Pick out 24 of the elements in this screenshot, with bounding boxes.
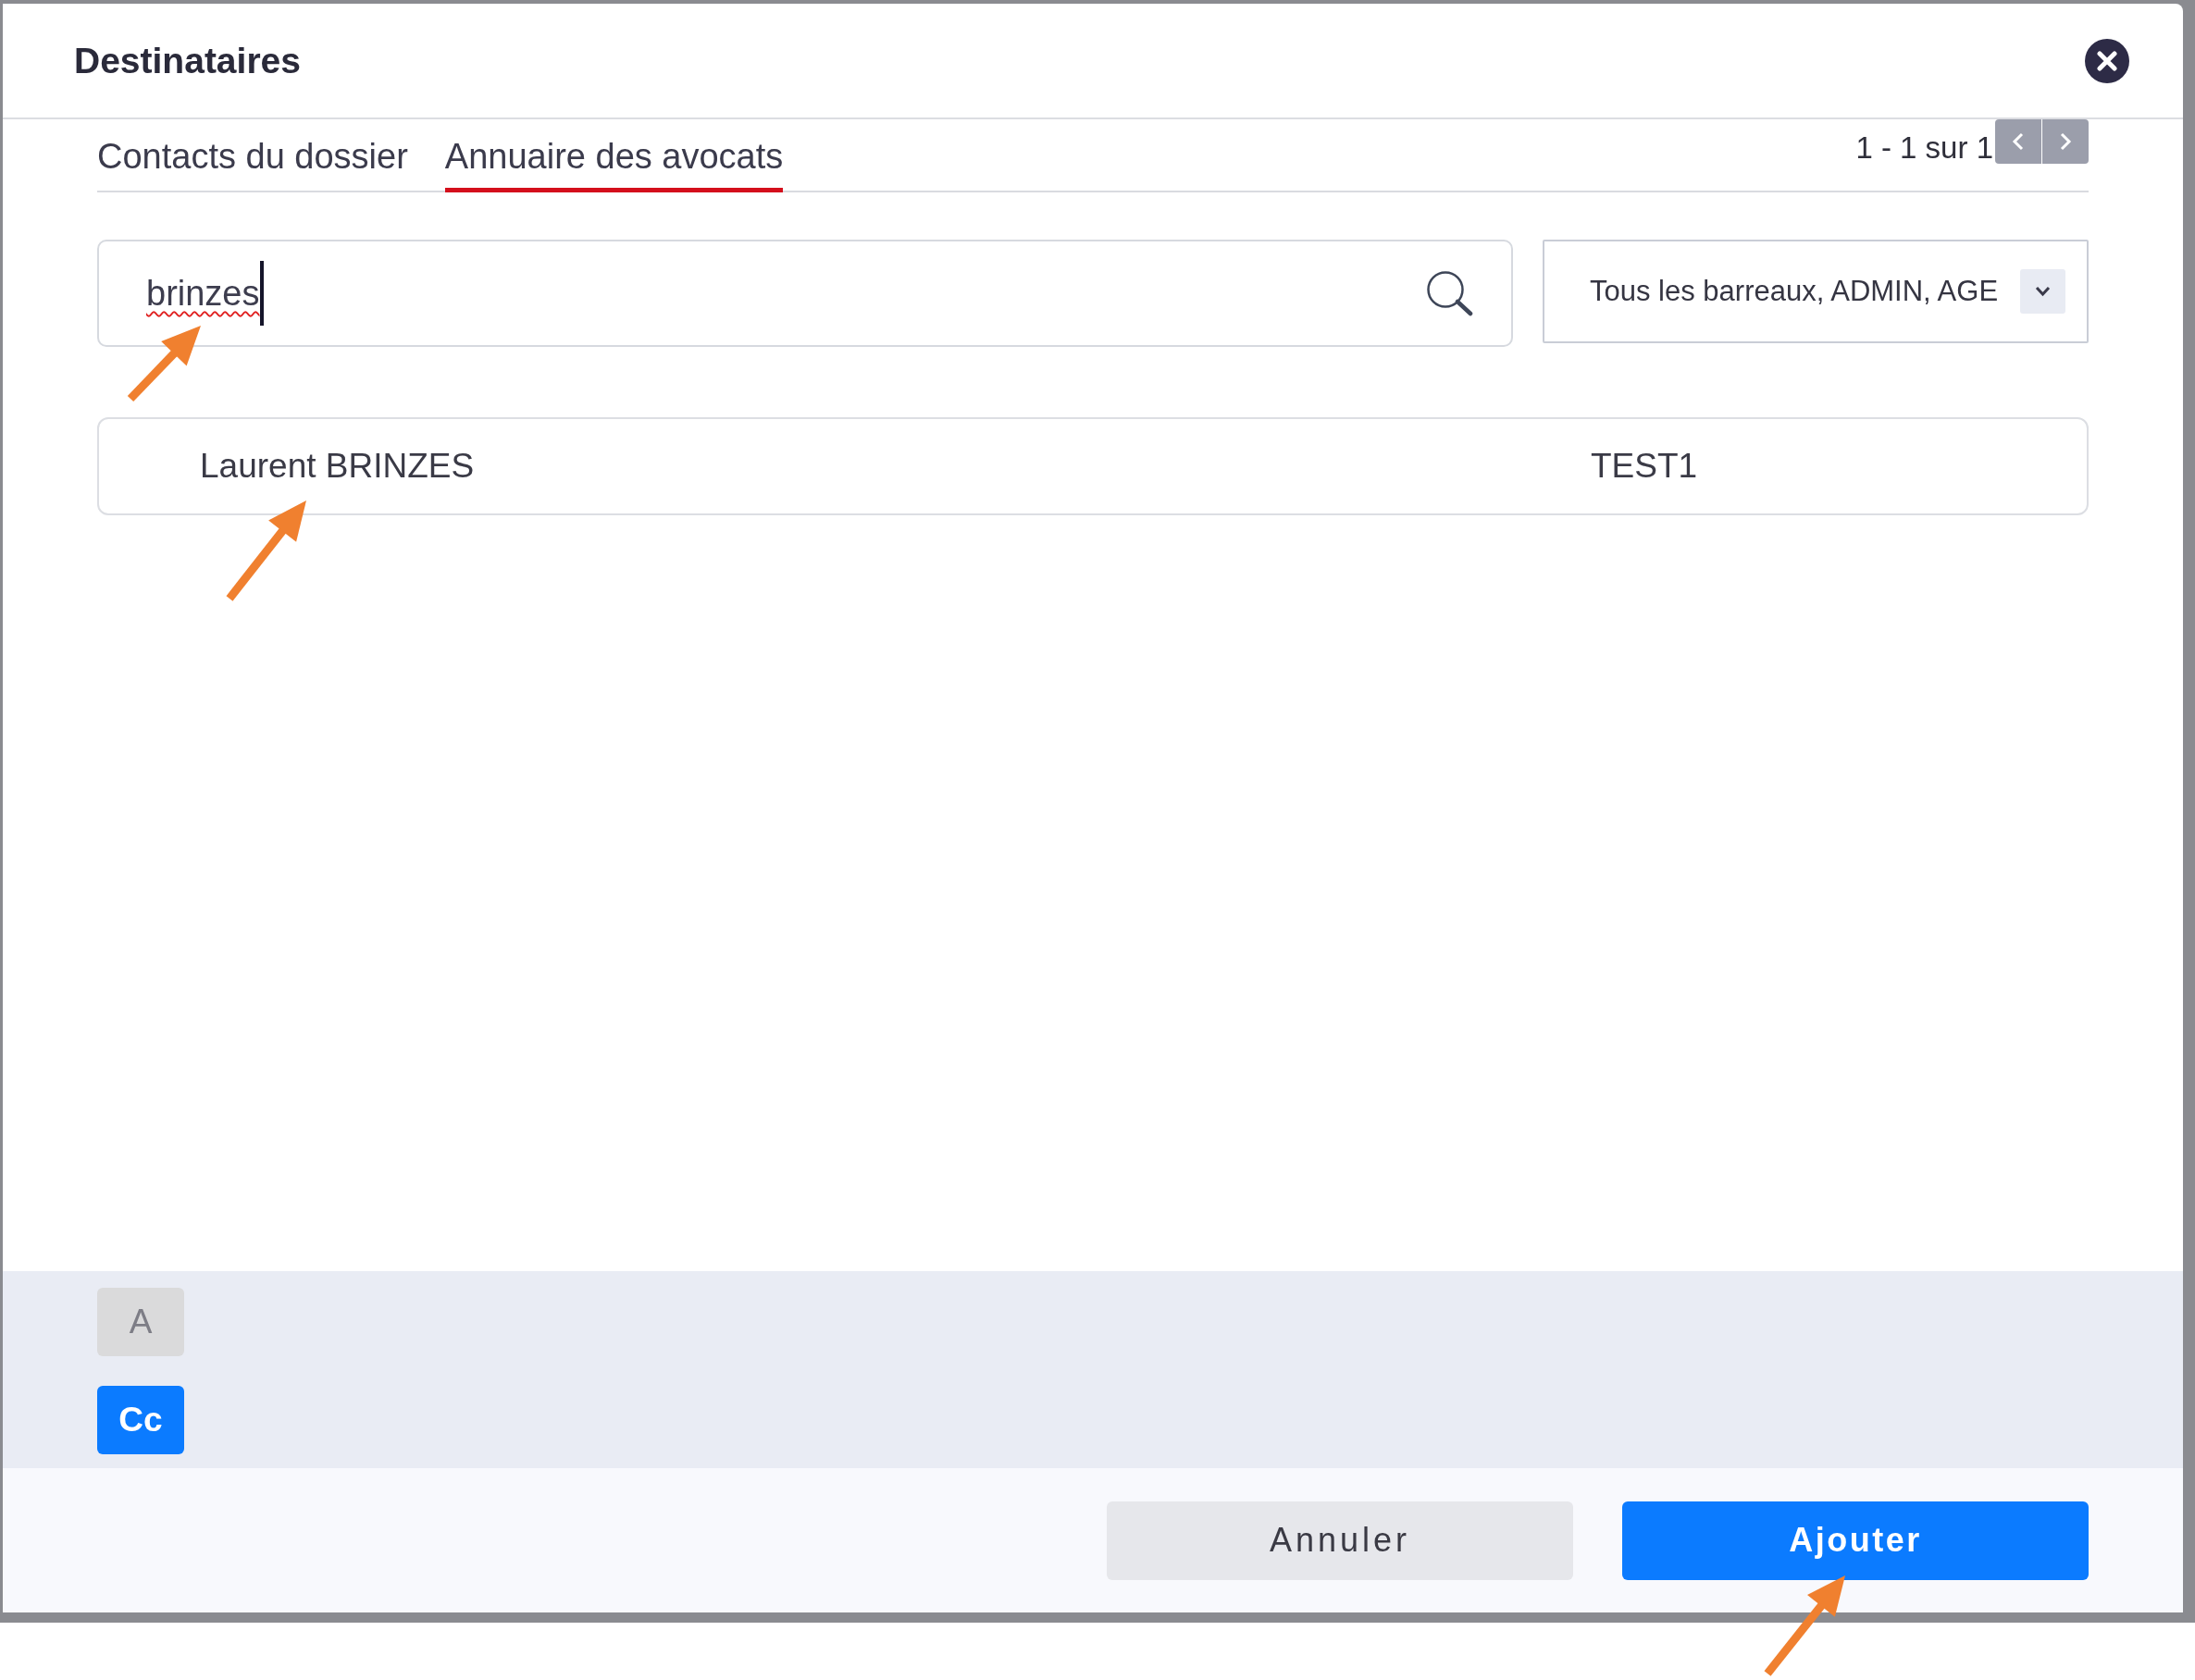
arrow-icon xyxy=(226,500,306,601)
table-cell: TEST1 xyxy=(1591,447,1698,486)
contact-name: Laurent BRINZES xyxy=(200,447,475,486)
next-page-button[interactable] xyxy=(2042,119,2089,164)
text-cursor-icon xyxy=(259,261,264,326)
chevron-right-icon xyxy=(2059,131,2072,152)
chevron-down-icon xyxy=(2020,269,2065,314)
tab[interactable]: Annuaire des avocats xyxy=(444,135,784,192)
close-icon xyxy=(2085,38,2129,83)
tab[interactable]: Contacts du dossier xyxy=(97,135,408,192)
pagination-label: 1 - 1 sur 1 xyxy=(1855,130,1993,167)
arrow-icon xyxy=(1764,1575,1845,1676)
search-field[interactable]: brinzes xyxy=(97,240,1513,347)
submit-button[interactable]: Ajouter xyxy=(1622,1501,2089,1580)
previous-page-button[interactable] xyxy=(1995,119,2041,164)
close-button[interactable] xyxy=(2085,38,2129,83)
search-icon xyxy=(1426,270,1474,316)
chevron-left-icon xyxy=(2012,131,2025,152)
result-row[interactable]: Laurent BRINZES TEST1 xyxy=(97,417,2089,515)
arrow-icon xyxy=(127,326,201,402)
cancel-button[interactable]: Annuler xyxy=(1107,1501,1573,1580)
barreau-dropdown[interactable]: Tous les barreaux, ADMIN, AGE xyxy=(1543,240,2089,343)
toggle-button[interactable]: Cc xyxy=(97,1386,184,1454)
dialog-title: Destinataires xyxy=(74,39,301,82)
